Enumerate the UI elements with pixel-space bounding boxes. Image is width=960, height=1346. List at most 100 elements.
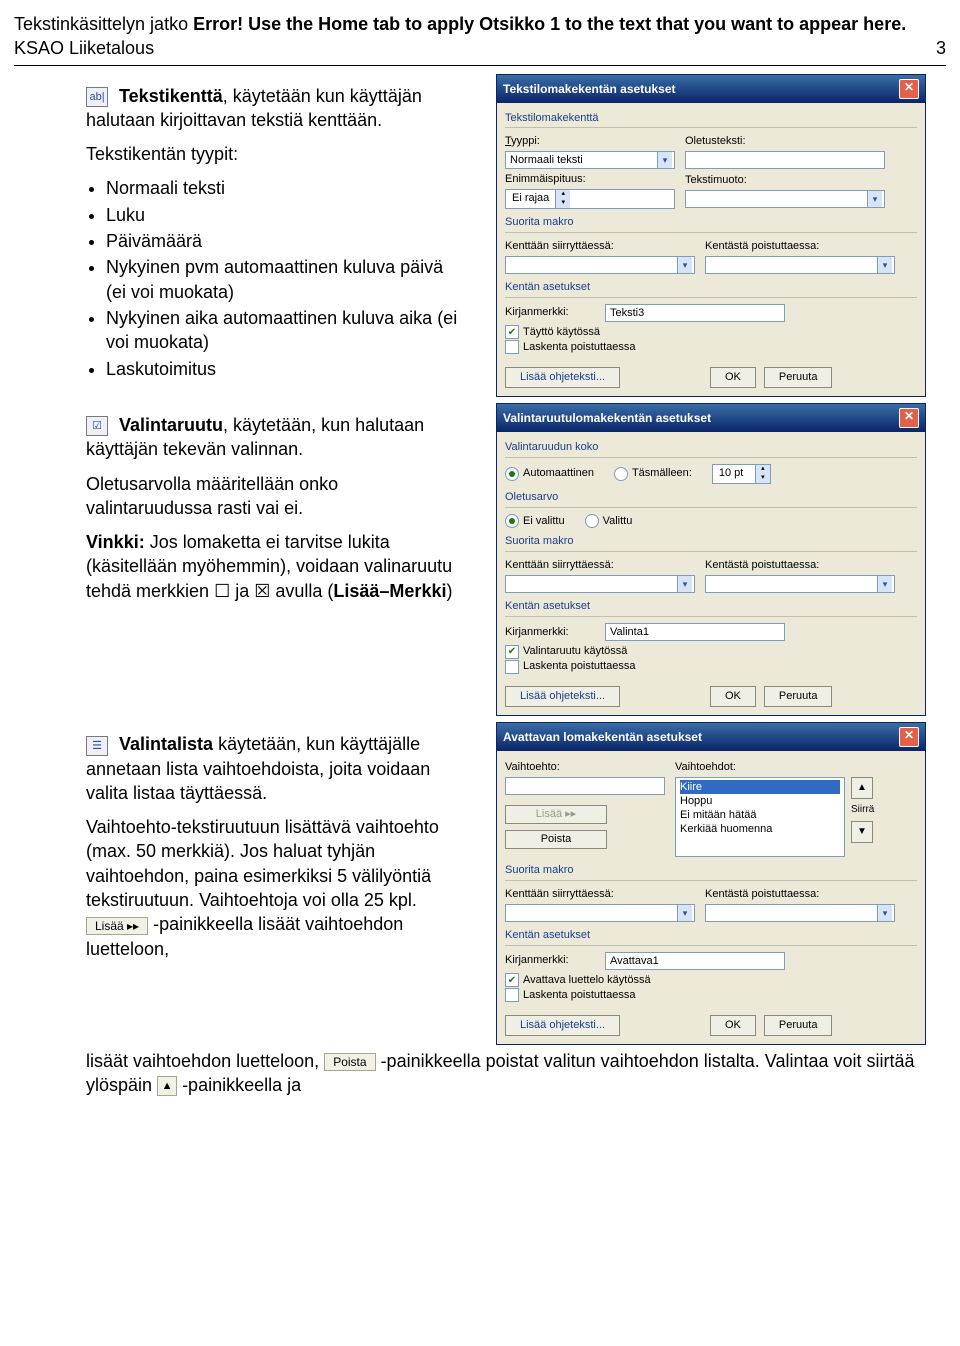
bookmark-label: Kirjanmerkki: <box>505 953 595 968</box>
list-item: Normaali teksti <box>106 176 466 200</box>
options-listbox[interactable]: Kiire Hoppu Ei mitään hätää Kerkiää huom… <box>675 777 845 857</box>
group-label: Kentän asetukset <box>505 599 917 614</box>
dropdown-para-trailing: lisäät vaihtoehdon luetteloon, Poista -p… <box>86 1049 946 1098</box>
doc-header-prefix: Tekstinkäsittelyn jatko <box>14 14 193 34</box>
macro-in-combo[interactable] <box>505 256 695 274</box>
macro-in-label: Kenttään siirryttäessä: <box>505 558 695 573</box>
cancel-button[interactable]: Peruuta <box>764 1015 833 1036</box>
dialog-title: Avattavan lomakekentän asetukset <box>503 729 702 745</box>
bookmark-input[interactable]: Avattava1 <box>605 952 785 970</box>
dialog-dropdown-settings: Avattavan lomakekentän asetukset ✕ Vaiht… <box>496 722 926 1045</box>
macro-out-label: Kentästä poistuttaessa: <box>705 239 895 254</box>
dropdown-enabled-cb[interactable]: ✔Avattava luettelo käytössä <box>505 973 651 988</box>
group-label: Kentän asetukset <box>505 928 917 943</box>
dropdown-icon: ☰ <box>86 736 108 756</box>
macro-in-combo[interactable] <box>505 904 695 922</box>
macro-out-label: Kentästä poistuttaessa: <box>705 558 895 573</box>
exact-size-spinner[interactable]: 10 pt▴▾ <box>712 464 771 484</box>
checkbox-enabled-cb[interactable]: ✔Valintaruutu käytössä <box>505 644 627 659</box>
list-item: Nykyinen pvm automaattinen kuluva päivä … <box>106 255 466 304</box>
group-label: Valintaruudun koko <box>505 440 917 455</box>
cancel-button[interactable]: Peruuta <box>764 367 833 388</box>
textfield-types-list: Normaali teksti Luku Päivämäärä Nykyinen… <box>106 176 466 380</box>
textfield-title-bold: Tekstikenttä <box>119 86 223 106</box>
bookmark-input[interactable]: Teksti3 <box>605 304 785 322</box>
list-item[interactable]: Hoppu <box>680 794 840 808</box>
dropdown-para2: Vaihtoehto-tekstiruutuun lisättävä vaiht… <box>86 815 466 961</box>
list-item[interactable]: Ei mitään hätää <box>680 808 840 822</box>
bookmark-label: Kirjanmerkki: <box>505 625 595 640</box>
dropdown-title-bold: Valintalista <box>119 734 213 754</box>
list-item[interactable]: Kiire <box>680 780 840 794</box>
help-text-button[interactable]: Lisää ohjeteksti... <box>505 686 620 707</box>
help-text-button[interactable]: Lisää ohjeteksti... <box>505 367 620 388</box>
ok-button[interactable]: OK <box>710 1015 756 1036</box>
options-list-label: Vaihtoehdot: <box>675 760 874 775</box>
inline-up-button: ▲ <box>157 1076 177 1096</box>
group-label: Oletusarvo <box>505 490 917 505</box>
close-icon[interactable]: ✕ <box>899 408 919 428</box>
header-rule <box>14 65 946 66</box>
doc-subtitle: KSAO Liiketalous <box>14 36 154 60</box>
calc-on-exit-checkbox[interactable]: Laskenta poistuttaessa <box>505 340 636 355</box>
checkbox-intro: ☑ Valintaruutu, käytetään, kun halutaan … <box>86 413 466 462</box>
dialog-checkbox-settings: Valintaruutulomakekentän asetukset ✕ Val… <box>496 403 926 716</box>
checkbox-icon: ☑ <box>86 416 108 436</box>
bookmark-input[interactable]: Valinta1 <box>605 623 785 641</box>
size-auto-radio[interactable]: Automaattinen <box>505 466 594 481</box>
checkbox-tip: Vinkki: Jos lomaketta ei tarvitse lukita… <box>86 530 466 603</box>
calc-on-exit-checkbox[interactable]: Laskenta poistuttaessa <box>505 988 636 1003</box>
doc-header: Tekstinkäsittelyn jatko Error! Use the H… <box>14 12 946 36</box>
dropdown-intro: ☰ Valintalista käytetään, kun käyttäjäll… <box>86 732 466 805</box>
add-option-button[interactable]: Lisää ▸▸ <box>505 805 607 824</box>
default-checked-radio[interactable]: Valittu <box>585 514 633 529</box>
macro-in-combo[interactable] <box>505 575 695 593</box>
close-icon[interactable]: ✕ <box>899 79 919 99</box>
macro-out-combo[interactable] <box>705 904 895 922</box>
ok-button[interactable]: OK <box>710 367 756 388</box>
fill-enabled-checkbox[interactable]: ✔Täyttö käytössä <box>505 325 600 340</box>
calc-on-exit-checkbox[interactable]: Laskenta poistuttaessa <box>505 659 636 674</box>
textfield-types-heading: Tekstikentän tyypit: <box>86 142 466 166</box>
move-down-button[interactable]: ▼ <box>851 821 873 843</box>
option-input[interactable] <box>505 777 665 795</box>
list-item: Nykyinen aika automaattinen kuluva aika … <box>106 306 466 355</box>
textfield-intro: ab| Tekstikenttä, käytetään kun käyttäjä… <box>86 84 466 133</box>
group-label: Suorita makro <box>505 215 917 230</box>
list-item[interactable]: Kerkiää huomenna <box>680 822 840 836</box>
move-label: Siirrä <box>851 803 874 817</box>
list-item: Luku <box>106 203 466 227</box>
size-exact-radio[interactable]: Täsmälleen: <box>614 466 692 481</box>
cancel-button[interactable]: Peruuta <box>764 686 833 707</box>
inline-delete-button: Poista <box>324 1053 375 1071</box>
checkbox-para2: Oletusarvolla määritellään onko valintar… <box>86 472 466 521</box>
maxlen-label: Enimmäispituus: <box>505 172 675 187</box>
list-item: Päivämäärä <box>106 229 466 253</box>
maxlen-spinner[interactable]: Ei rajaa▴▾ <box>505 189 675 209</box>
bookmark-label: Kirjanmerkki: <box>505 305 595 320</box>
type-combo[interactable]: Normaali teksti <box>505 151 675 169</box>
group-label: Tekstilomakekenttä <box>505 111 917 126</box>
type-label: TTyyppi:yyppi: <box>505 134 675 149</box>
default-unchecked-radio[interactable]: Ei valittu <box>505 514 565 529</box>
macro-out-combo[interactable] <box>705 256 895 274</box>
format-combo[interactable] <box>685 190 885 208</box>
delete-option-button[interactable]: Poista <box>505 830 607 849</box>
list-item: Laskutoimitus <box>106 357 466 381</box>
format-label: Tekstimuoto: <box>685 173 885 188</box>
help-text-button[interactable]: Lisää ohjeteksti... <box>505 1015 620 1036</box>
macro-out-combo[interactable] <box>705 575 895 593</box>
group-label: Kentän asetukset <box>505 280 917 295</box>
default-label: Oletusteksti: <box>685 134 885 149</box>
macro-out-label: Kentästä poistuttaessa: <box>705 887 895 902</box>
close-icon[interactable]: ✕ <box>899 727 919 747</box>
textfield-icon: ab| <box>86 87 108 107</box>
move-up-button[interactable]: ▲ <box>851 777 873 799</box>
dialog-title: Tekstilomakekentän asetukset <box>503 81 676 97</box>
ok-button[interactable]: OK <box>710 686 756 707</box>
checkbox-title-bold: Valintaruutu <box>119 415 223 435</box>
dialog-title: Valintaruutulomakekentän asetukset <box>503 410 711 426</box>
group-label: Suorita makro <box>505 534 917 549</box>
macro-in-label: Kenttään siirryttäessä: <box>505 239 695 254</box>
default-input[interactable] <box>685 151 885 169</box>
